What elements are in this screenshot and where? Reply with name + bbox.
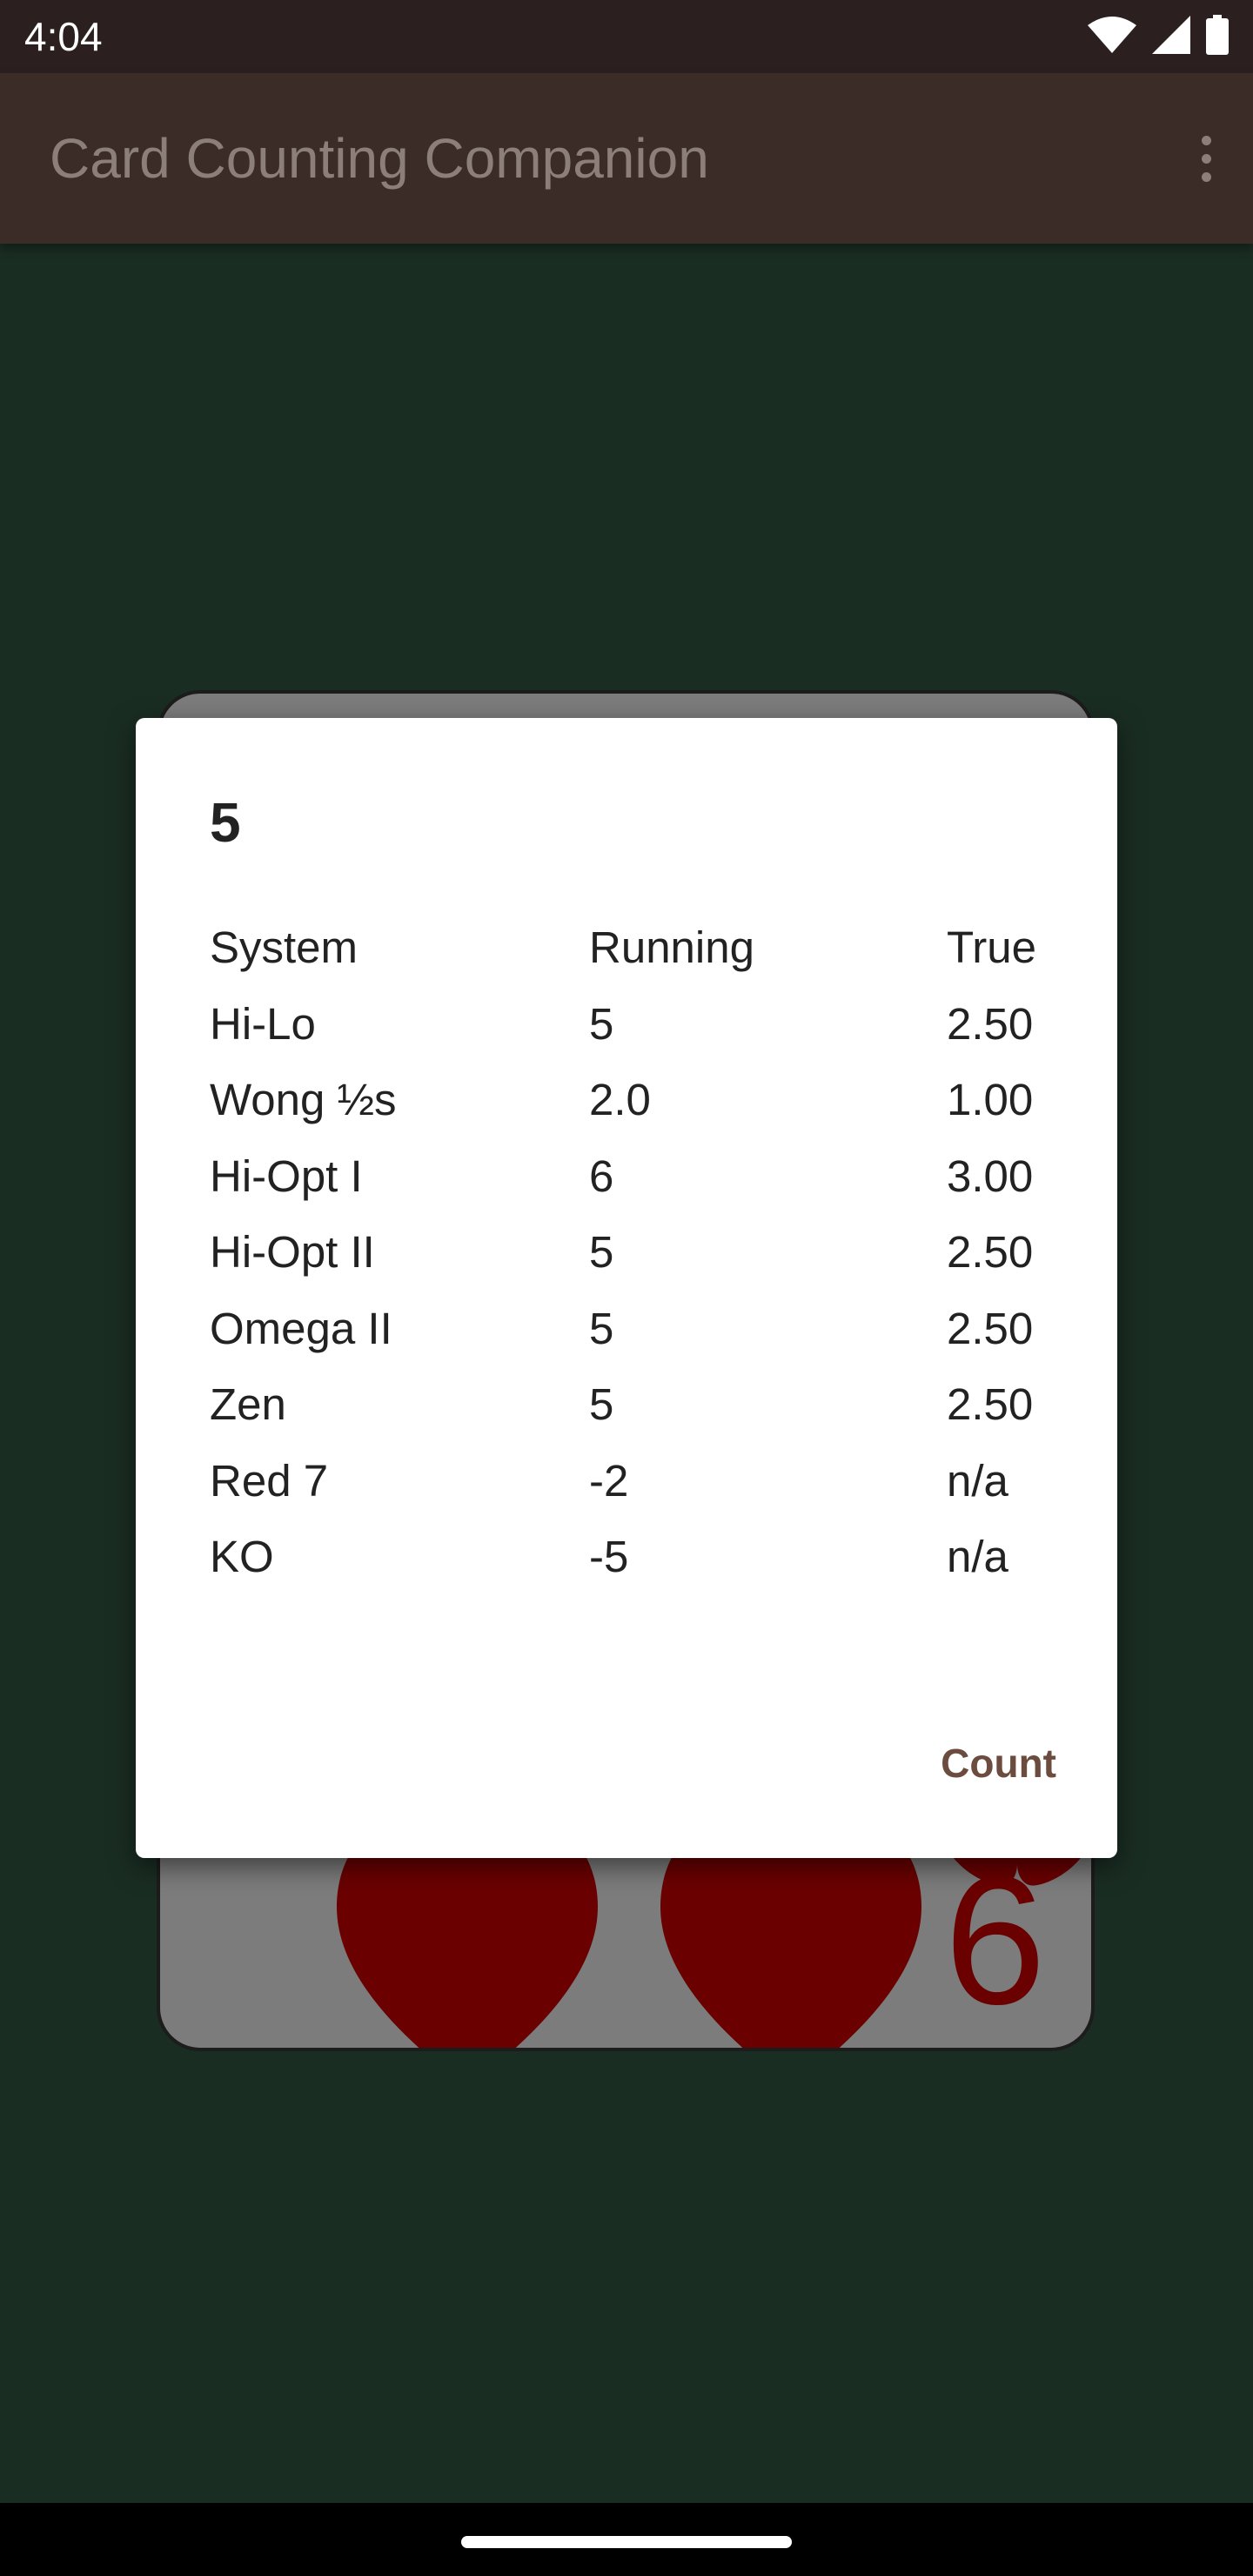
true-count: 2.50 <box>947 1379 1034 1429</box>
app-title: Card Counting Companion <box>50 127 709 190</box>
wifi-icon <box>1088 16 1136 57</box>
running-count: -5 <box>589 1532 629 1581</box>
count-dialog: 5 System Running True Hi-Lo 5 2.50 Wong … <box>136 718 1117 1858</box>
true-count: 2.50 <box>947 1227 1034 1277</box>
system-name: Red 7 <box>210 1455 329 1506</box>
header-true: True <box>947 922 1036 972</box>
count-button[interactable]: Count <box>941 1732 1056 1794</box>
status-time: 4:04 <box>24 14 103 59</box>
system-name: Hi-Opt I <box>210 1150 363 1201</box>
running-count: 5 <box>589 1227 614 1277</box>
running-count: 2.0 <box>589 1075 651 1124</box>
app-bar: Card Counting Companion <box>0 73 1253 244</box>
status-icons <box>1088 14 1229 59</box>
running-count: 5 <box>589 1303 614 1353</box>
battery-icon <box>1206 14 1229 59</box>
running-count: 6 <box>589 1150 614 1201</box>
dialog-title: 5 <box>210 791 241 854</box>
status-bar: 4:04 <box>0 0 1253 73</box>
true-count: 2.50 <box>947 998 1034 1049</box>
system-name: KO <box>210 1532 274 1581</box>
true-count: 1.00 <box>947 1075 1034 1124</box>
header-running: Running <box>589 922 754 972</box>
card-rank: 6 <box>944 1838 1046 2043</box>
home-gesture-handle[interactable] <box>461 2536 792 2548</box>
system-name: Wong ½s <box>210 1075 397 1124</box>
true-count: 2.50 <box>947 1303 1034 1353</box>
header-system: System <box>210 922 358 972</box>
system-name: Hi-Lo <box>210 998 316 1049</box>
system-name: Hi-Opt II <box>210 1227 375 1277</box>
running-count: 5 <box>589 1379 614 1429</box>
true-count: 3.00 <box>947 1150 1034 1201</box>
system-name: Omega II <box>210 1303 392 1353</box>
true-count: n/a <box>947 1532 1008 1581</box>
overflow-menu-icon[interactable] <box>1185 120 1227 197</box>
running-count: -2 <box>589 1455 629 1506</box>
running-count: 5 <box>589 998 614 1049</box>
true-count: n/a <box>947 1455 1008 1506</box>
signal-icon <box>1152 15 1190 58</box>
system-name: Zen <box>210 1379 286 1429</box>
